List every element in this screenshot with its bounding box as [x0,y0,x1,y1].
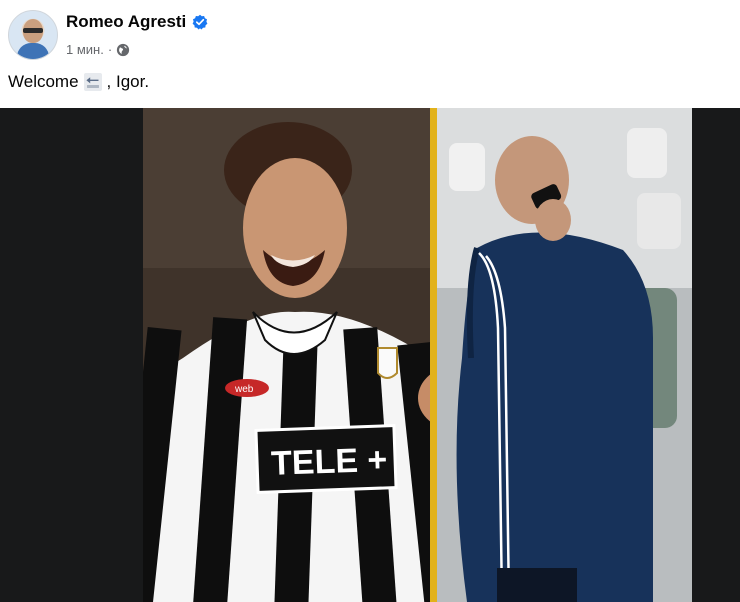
post-time[interactable]: 1 мин. [66,42,104,57]
post-media[interactable]: TELE + web [0,108,740,602]
post-text: Welcome , Igor. [8,72,149,92]
jersey-sponsor-text: TELE + [270,441,387,483]
meta-separator: · [107,42,113,57]
post-meta: 1 мин. · [66,42,130,57]
author-avatar[interactable] [8,10,58,60]
post-text-welcome: Welcome [8,72,79,91]
post-text-igor: , Igor. [106,72,150,91]
verified-badge-icon [192,14,208,30]
author-row: Romeo Agresti [66,12,208,32]
avatar-glasses [23,28,43,33]
player-illustration: TELE + web [143,108,430,602]
jersey-patch-text: web [234,384,254,395]
photo-divider [430,108,437,602]
avatar-body [17,43,49,59]
post-header: Romeo Agresti 1 мин. · [0,0,740,66]
post-photo[interactable]: TELE + web [143,108,692,602]
photo-left-player: TELE + web [143,108,430,602]
globe-icon[interactable] [116,43,130,57]
author-name[interactable]: Romeo Agresti [66,12,186,32]
photo-right-coach [437,108,692,602]
coach-illustration [437,108,692,602]
back-arrow-emoji-icon [83,73,102,91]
